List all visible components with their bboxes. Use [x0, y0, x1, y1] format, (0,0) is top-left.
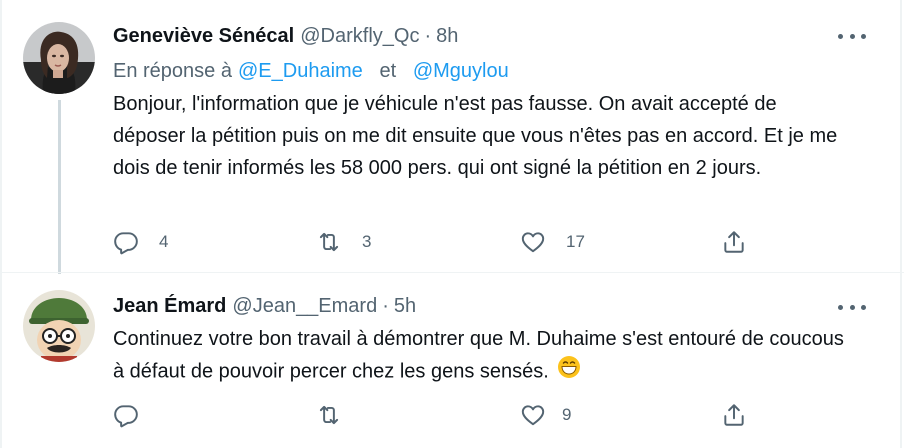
tweet-text: Bonjour, l'information que je véhicule n…	[113, 93, 838, 179]
separator-dot: ·	[382, 295, 389, 317]
more-icon[interactable]	[838, 26, 866, 46]
like-count: 9	[562, 405, 572, 424]
author-handle[interactable]: @Jean__Emard	[232, 293, 377, 319]
tweet-timestamp[interactable]: 8h	[436, 23, 458, 49]
tweet[interactable]: Jean Émard @Jean__Emard · 5h Continuez v…	[0, 272, 904, 448]
retweet-button[interactable]	[316, 400, 362, 430]
thread-connector-line	[58, 100, 61, 274]
author-name[interactable]: Jean Émard	[113, 293, 226, 319]
like-button[interactable]: 9	[520, 400, 571, 430]
heart-icon	[521, 232, 545, 253]
mention-link[interactable]: @E_Duhaime	[238, 60, 363, 82]
tweet-header: Jean Émard @Jean__Emard · 5h	[113, 293, 416, 319]
avatar[interactable]	[23, 290, 95, 362]
retweet-icon	[319, 405, 339, 425]
tweet-timestamp[interactable]: 5h	[394, 293, 416, 319]
tweet-text-body: Continuez votre bon travail à démontrer …	[113, 328, 844, 383]
retweet-button[interactable]: 3	[316, 227, 371, 257]
reply-context: En réponse à @E_Duhaime et @Mguylou	[113, 58, 509, 84]
reply-button[interactable]: 4	[113, 227, 168, 257]
grinning-face-emoji	[557, 355, 581, 389]
reply-prefix: En réponse à	[113, 60, 232, 82]
like-count: 17	[566, 232, 585, 251]
mention-link[interactable]: @Mguylou	[413, 60, 509, 82]
retweet-icon	[319, 232, 339, 252]
reply-count: 4	[159, 232, 169, 251]
reply-button[interactable]	[113, 400, 159, 430]
share-button[interactable]	[721, 227, 747, 257]
separator-dot: ·	[424, 25, 432, 47]
reply-icon	[114, 405, 138, 428]
tweet-text: Continuez votre bon travail à démontrer …	[113, 323, 853, 389]
tweet-actions: 4 3 17	[113, 227, 763, 257]
share-icon	[724, 231, 744, 253]
tweet-header: Geneviève Sénécal @Darkfly_Qc · 8h	[113, 23, 458, 49]
tweet[interactable]: Geneviève Sénécal @Darkfly_Qc · 8h En ré…	[0, 0, 904, 274]
tweet-actions: 9	[113, 400, 763, 430]
like-button[interactable]: 17	[520, 227, 585, 257]
share-icon	[724, 404, 744, 426]
author-handle[interactable]: @Darkfly_Qc	[300, 23, 419, 49]
avatar[interactable]	[23, 22, 95, 94]
more-icon[interactable]	[838, 297, 866, 317]
reply-joiner: et	[379, 60, 397, 82]
author-name[interactable]: Geneviève Sénécal	[113, 23, 294, 49]
share-button[interactable]	[721, 400, 747, 430]
reply-icon	[114, 232, 138, 255]
heart-icon	[521, 405, 545, 426]
retweet-count: 3	[362, 232, 372, 251]
